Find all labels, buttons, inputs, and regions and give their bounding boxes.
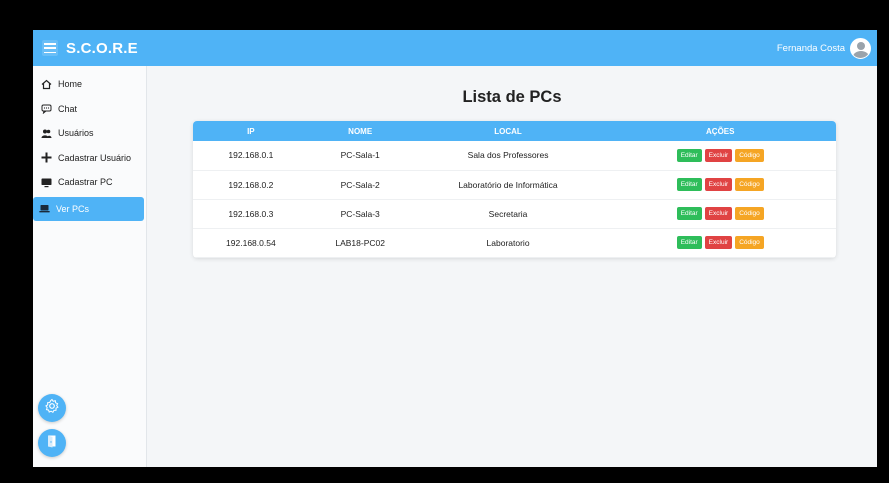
- menu-icon[interactable]: [42, 40, 58, 56]
- table-header-row: IP NOME LOCAL AÇÕES: [193, 121, 836, 141]
- users-icon: [41, 128, 52, 139]
- cell-local: Laboratorio: [486, 237, 530, 248]
- cell-name: PC-Sala-3: [340, 208, 380, 219]
- delete-button[interactable]: Excluir: [704, 236, 733, 250]
- edit-button[interactable]: Editar: [676, 178, 702, 192]
- code-button[interactable]: Código: [735, 149, 764, 162]
- logout-icon: [45, 434, 59, 453]
- laptop-icon: [39, 203, 50, 214]
- edit-button[interactable]: Editar: [676, 236, 702, 250]
- column-header-ip: IP: [247, 126, 255, 136]
- add-icon: [41, 152, 52, 163]
- sidebar-item-add-user[interactable]: Cadastrar Usuário: [33, 146, 146, 171]
- cell-name: PC-Sala-1: [340, 150, 380, 161]
- page-title: Lista de PCs: [462, 88, 562, 106]
- user-menu[interactable]: Fernanda Costa: [777, 38, 871, 59]
- sidebar-item-label: Cadastrar PC: [58, 177, 113, 188]
- table-row: 192.168.0.1 PC-Sala-1 Sala dos Professor…: [193, 141, 836, 170]
- cell-actions: Editar Excluir Código: [605, 141, 837, 170]
- cell-actions: Editar Excluir Código: [605, 199, 837, 228]
- table-row: 192.168.0.3 PC-Sala-3 Secretaria Editar E…: [193, 199, 836, 228]
- logout-button[interactable]: [38, 429, 66, 457]
- cell-name: LAB18-PC02: [335, 237, 385, 248]
- app-brand: S.C.O.R.E: [66, 39, 138, 57]
- edit-button[interactable]: Editar: [676, 207, 702, 221]
- sidebar-item-view-pcs[interactable]: Ver PCs: [33, 196, 144, 221]
- delete-button[interactable]: Excluir: [704, 207, 733, 221]
- table-row: 192.168.0.2 PC-Sala-2 Laboratório de Inf…: [193, 170, 836, 199]
- cell-local: Sala dos Professores: [467, 150, 549, 161]
- chat-icon: [41, 103, 52, 115]
- column-header-name: NOME: [348, 126, 373, 136]
- code-button[interactable]: Código: [735, 178, 764, 192]
- avatar[interactable]: [850, 38, 871, 59]
- sidebar-item-users[interactable]: Usuários: [33, 121, 146, 146]
- settings-button[interactable]: [38, 394, 66, 422]
- sidebar-item-label: Usuários: [58, 128, 94, 139]
- user-name[interactable]: Fernanda Costa: [777, 43, 845, 54]
- sidebar-item-add-pc[interactable]: Cadastrar PC: [33, 170, 146, 195]
- cell-actions: Editar Excluir Código: [605, 228, 837, 257]
- cell-ip: 192.168.0.1: [228, 150, 274, 161]
- sidebar-item-label: Home: [58, 79, 83, 90]
- cell-local: Secretaria: [488, 208, 528, 219]
- cell-local: Laboratório de Informática: [458, 179, 558, 190]
- sidebar-item-home[interactable]: Home: [33, 72, 146, 97]
- app-window: S.C.O.R.E Fernanda Costa Home Chat Usuár…: [33, 30, 877, 467]
- column-header-actions: AÇÕES: [706, 126, 735, 136]
- sidebar: Home Chat Usuários Cadastrar Usuário Cad…: [33, 66, 147, 467]
- monitor-icon: [41, 177, 52, 188]
- home-icon: [41, 79, 52, 90]
- sidebar-item-label: Chat: [58, 103, 78, 114]
- pc-table: IP NOME LOCAL AÇÕES 192.168.0.1 PC-Sala-…: [193, 121, 836, 258]
- top-bar: S.C.O.R.E Fernanda Costa: [33, 30, 877, 66]
- cell-actions: Editar Excluir Código: [605, 170, 837, 199]
- delete-button[interactable]: Excluir: [704, 149, 733, 162]
- column-header-local: LOCAL: [494, 126, 522, 136]
- cell-name: PC-Sala-2: [340, 179, 380, 190]
- edit-button[interactable]: Editar: [676, 149, 702, 162]
- code-button[interactable]: Código: [735, 236, 764, 250]
- table-row: 192.168.0.54 LAB18-PC02 Laboratorio Edit…: [193, 228, 836, 257]
- settings-icon: [44, 398, 60, 419]
- code-button[interactable]: Código: [735, 207, 764, 221]
- cell-ip: 192.168.0.54: [226, 237, 276, 248]
- delete-button[interactable]: Excluir: [704, 178, 733, 192]
- cell-ip: 192.168.0.3: [228, 208, 274, 219]
- cell-ip: 192.168.0.2: [228, 179, 274, 190]
- sidebar-item-chat[interactable]: Chat: [33, 97, 146, 122]
- sidebar-item-label: Ver PCs: [56, 203, 90, 214]
- sidebar-item-label: Cadastrar Usuário: [58, 152, 132, 163]
